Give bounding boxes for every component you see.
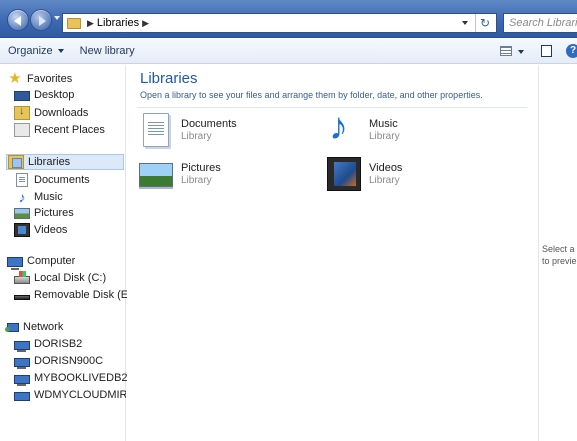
network-computer-icon	[14, 340, 30, 352]
chevron-down-icon	[57, 49, 64, 53]
nav-item-favorites[interactable]: ★ Favorites	[7, 70, 73, 87]
search-placeholder: Search Libraries	[509, 17, 577, 29]
address-box[interactable]: ▶ Libraries ▶ ↻	[62, 13, 497, 33]
nav-item-libraries[interactable]: Libraries	[6, 154, 124, 170]
organize-label: Organize	[8, 45, 53, 57]
library-name: Pictures	[181, 162, 221, 174]
nav-label: Recent Places	[34, 124, 105, 136]
organize-button[interactable]: Organize	[0, 45, 72, 57]
command-bar: Organize New library ?	[0, 39, 577, 64]
preview-line: Select a f	[542, 244, 577, 254]
library-tile-pictures[interactable]: Pictures Library	[139, 157, 309, 193]
music-library-icon	[327, 107, 363, 147]
chevron-right-icon[interactable]: ▶	[142, 18, 149, 29]
library-tile-music[interactable]: Music Library	[327, 107, 497, 149]
pictures-library-icon	[139, 163, 173, 187]
network-computer-icon	[14, 357, 30, 369]
nav-item-pictures[interactable]: Pictures	[14, 207, 74, 219]
nav-label: Music	[34, 191, 63, 203]
nav-label: WDMYCLOUDMIRR	[34, 389, 126, 401]
music-icon: ♪	[18, 189, 26, 205]
videos-icon	[14, 223, 30, 237]
forward-button[interactable]	[30, 9, 52, 31]
documents-icon	[16, 173, 28, 187]
downloads-icon	[14, 105, 30, 120]
nav-label: DORISB2	[34, 338, 83, 350]
library-tile-documents[interactable]: Documents Library	[139, 113, 309, 149]
network-computer-icon	[14, 374, 30, 386]
nav-label: DORISN900C	[34, 355, 104, 367]
nav-label: Computer	[27, 255, 76, 267]
nav-item-music[interactable]: ♪ Music	[14, 190, 63, 204]
view-options-dropdown-icon[interactable]	[518, 50, 524, 54]
desktop-icon	[14, 91, 30, 101]
nav-item-network[interactable]: Network	[5, 321, 64, 333]
nav-item-network-computer[interactable]: DORISN900C	[14, 355, 104, 369]
pictures-icon	[14, 208, 30, 219]
recent-pages-dropdown-icon[interactable]	[54, 16, 60, 20]
library-tile-videos[interactable]: Videos Library	[327, 157, 497, 193]
libraries-icon	[8, 155, 24, 169]
videos-library-icon	[327, 157, 361, 191]
new-library-button[interactable]: New library	[72, 45, 143, 57]
nav-label: Pictures	[34, 207, 74, 219]
change-view-icon[interactable]	[500, 46, 512, 56]
preview-message: Select a f to previe	[542, 243, 577, 267]
nav-label: Favorites	[27, 73, 73, 85]
back-button[interactable]	[7, 9, 29, 31]
nav-item-recent-places[interactable]: Recent Places	[14, 123, 105, 137]
libraries-content: Libraries Open a library to see your fil…	[127, 65, 537, 441]
nav-item-local-disk[interactable]: Local Disk (C:)	[14, 271, 107, 284]
nav-label: Videos	[34, 224, 68, 236]
removable-disk-icon	[14, 295, 30, 300]
recent-places-icon	[14, 123, 30, 137]
breadcrumb-libraries[interactable]: Libraries	[97, 17, 139, 29]
nav-label: Downloads	[34, 107, 89, 119]
address-history-dropdown-icon[interactable]	[462, 21, 468, 25]
new-library-label: New library	[79, 45, 135, 57]
network-icon	[5, 323, 19, 332]
libraries-folder-icon	[67, 17, 81, 29]
network-computer-icon	[14, 391, 30, 401]
page-title: Libraries	[140, 70, 198, 87]
nav-item-removable-disk[interactable]: Removable Disk (E:)	[14, 289, 135, 301]
documents-library-icon	[143, 113, 169, 147]
page-subtitle: Open a library to see your files and arr…	[140, 90, 483, 100]
nav-item-network-computer[interactable]: WDMYCLOUDMIRR	[14, 389, 126, 401]
nav-item-downloads[interactable]: Downloads	[14, 105, 89, 120]
nav-label: Desktop	[34, 89, 75, 101]
local-disk-icon	[14, 271, 30, 284]
address-bar-area: ▶ Libraries ▶ ↻ Search Libraries	[0, 0, 577, 38]
library-type: Library	[181, 131, 212, 142]
library-type: Library	[369, 175, 400, 186]
divider	[475, 14, 476, 32]
nav-label: Removable Disk (E:)	[34, 289, 135, 301]
search-input[interactable]: Search Libraries	[503, 13, 577, 33]
nav-label: Network	[23, 321, 64, 333]
navigation-pane: ★ Favorites Desktop Downloads Recent Pla…	[0, 65, 135, 441]
preview-pane: Select a f to previe	[538, 65, 577, 441]
nav-item-network-computer[interactable]: DORISB2	[14, 338, 83, 352]
library-name: Documents	[181, 118, 237, 130]
nav-item-desktop[interactable]: Desktop	[14, 89, 74, 101]
refresh-icon[interactable]: ↻	[480, 16, 490, 30]
library-type: Library	[181, 175, 212, 186]
help-icon[interactable]: ?	[566, 44, 577, 58]
nav-label: Documents	[34, 174, 90, 186]
preview-line: to previe	[542, 256, 577, 266]
nav-item-videos[interactable]: Videos	[14, 223, 67, 237]
star-icon: ★	[8, 70, 22, 87]
library-name: Music	[369, 118, 398, 130]
library-name: Videos	[369, 162, 403, 174]
library-type: Library	[369, 131, 400, 142]
nav-label: Local Disk (C:)	[34, 272, 107, 284]
nav-item-network-computer[interactable]: MYBOOKLIVEDB2	[14, 372, 128, 386]
nav-item-documents[interactable]: Documents	[14, 173, 90, 187]
preview-pane-icon[interactable]	[541, 45, 552, 57]
nav-label: Libraries	[28, 156, 71, 168]
chevron-right-icon[interactable]: ▶	[87, 18, 94, 29]
nav-label: MYBOOKLIVEDB2	[34, 372, 128, 384]
computer-icon	[7, 256, 23, 270]
nav-item-computer[interactable]: Computer	[7, 255, 76, 270]
